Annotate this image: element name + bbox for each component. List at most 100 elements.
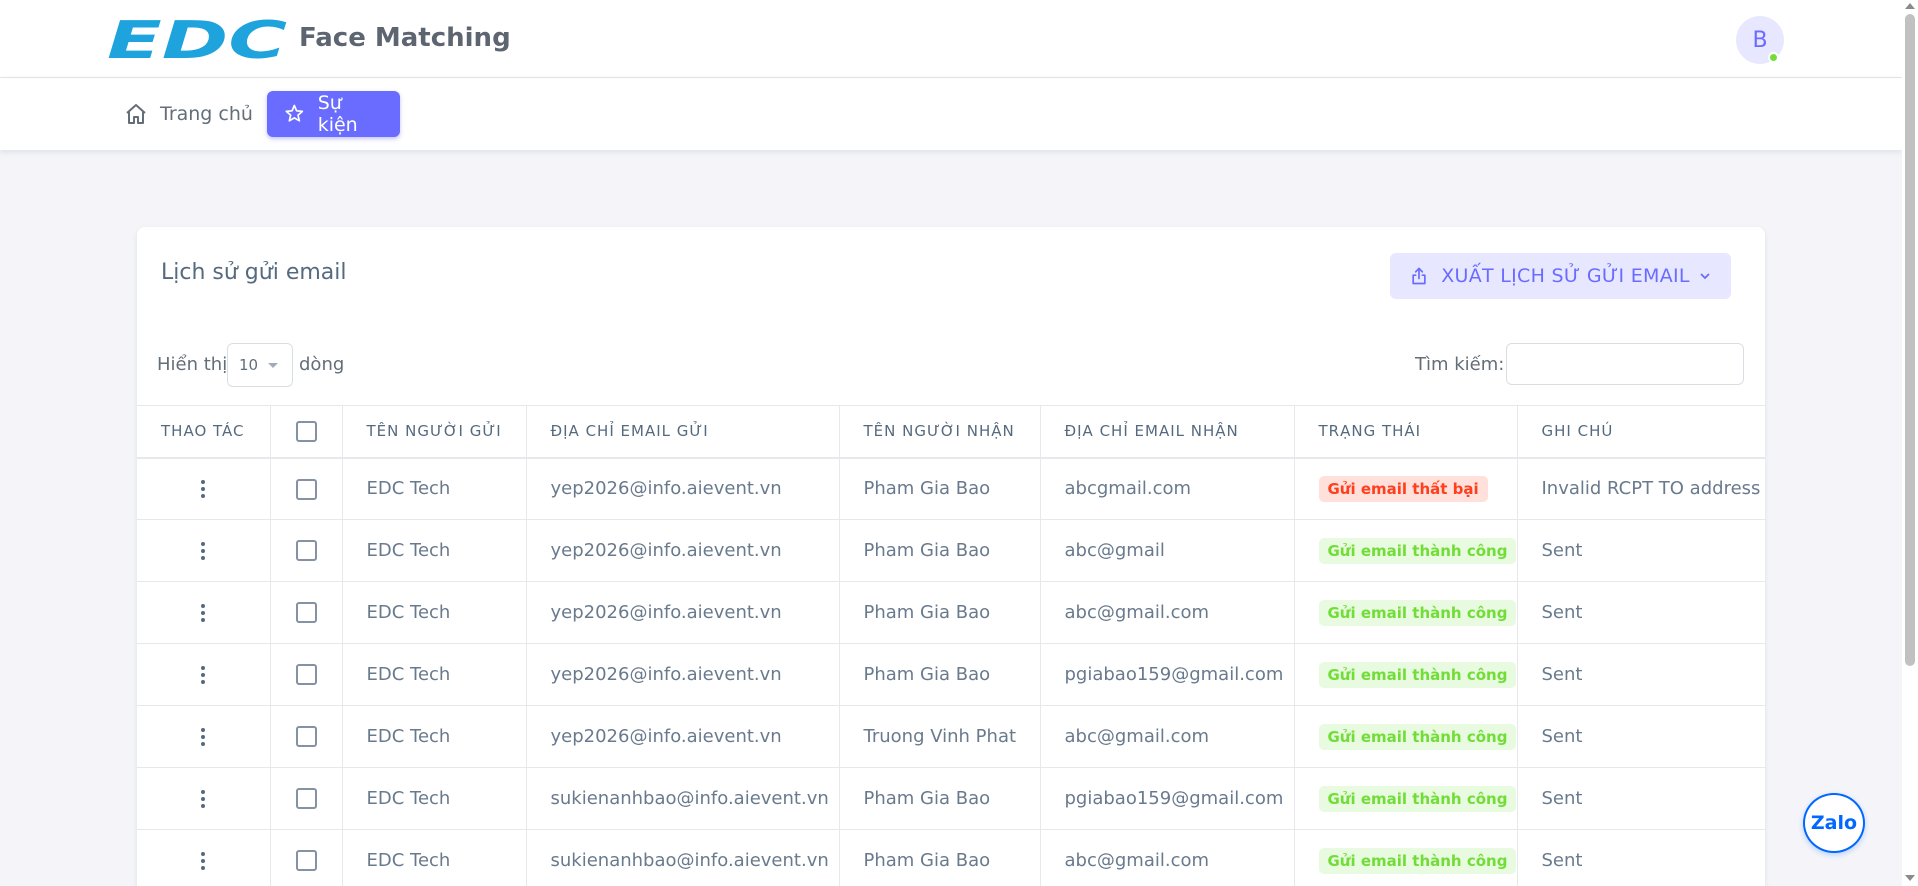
status-cell: Gửi email thành công: [1294, 643, 1518, 706]
table-row: EDC Tech yep2026@info.aievent.vn Pham Gia …: [137, 643, 1765, 706]
nav-events-label: Sự kiện: [317, 92, 358, 136]
note-cell: Invalid RCPT TO address p: [1517, 457, 1765, 520]
recipient-email-cell: abc@gmail: [1040, 519, 1295, 582]
more-vertical-icon[interactable]: [191, 601, 215, 625]
recipient-name-cell: Pham Gia Bao: [839, 643, 1041, 706]
row-select-cell: [270, 767, 343, 830]
home-icon: [126, 104, 146, 124]
more-vertical-icon[interactable]: [191, 663, 215, 687]
sender-email-cell: yep2026@info.aievent.vn: [526, 581, 840, 644]
recipient-email-cell: abc@gmail.com: [1040, 829, 1295, 886]
sender-email-cell: sukienanhbao@info.aievent.vn: [526, 829, 840, 886]
export-label: XUẤT LỊCH SỬ GỬI EMAIL: [1441, 265, 1690, 287]
status-badge: Gửi email thành công: [1318, 537, 1516, 564]
table-row: EDC Tech yep2026@info.aievent.vn Pham Gia …: [137, 457, 1765, 520]
note-cell: Sent: [1517, 829, 1765, 886]
recipient-name-cell: Truong Vinh Phat: [839, 705, 1041, 768]
recipient-name-cell: Pham Gia Bao: [839, 519, 1041, 582]
table-header-row: THAO TÁC TÊN NGƯỜI GỬI ĐỊA CHỈ EMAIL GỬI…: [137, 405, 1765, 459]
sender-name-cell: EDC Tech: [342, 457, 527, 520]
export-email-history-button[interactable]: XUẤT LỊCH SỬ GỬI EMAIL: [1390, 253, 1731, 299]
row-checkbox[interactable]: [295, 540, 317, 562]
card-title: Lịch sử gửi email: [161, 260, 347, 285]
scroll-down-arrow-icon[interactable]: [1905, 875, 1915, 881]
avatar-initial: B: [1752, 27, 1768, 53]
row-actions-cell: [137, 767, 271, 830]
column-header-recipient-email[interactable]: ĐỊA CHỈ EMAIL NHẬN: [1040, 405, 1295, 459]
more-vertical-icon[interactable]: [191, 725, 215, 749]
sender-email-cell: yep2026@info.aievent.vn: [526, 705, 840, 768]
column-header-actions: THAO TÁC: [137, 405, 271, 459]
row-actions-cell: [137, 643, 271, 706]
column-header-note[interactable]: GHI CHÚ: [1517, 405, 1765, 459]
scrollbar-thumb[interactable]: [1905, 14, 1915, 666]
recipient-email-cell: abc@gmail.com: [1040, 581, 1295, 644]
sender-email-cell: yep2026@info.aievent.vn: [526, 519, 840, 582]
recipient-name-cell: Pham Gia Bao: [839, 767, 1041, 830]
note-cell: Sent: [1517, 705, 1765, 768]
nav-home-label: Trang chủ: [160, 103, 253, 125]
sender-name-cell: EDC Tech: [342, 829, 527, 886]
page-length-select[interactable]: 10: [227, 343, 293, 387]
note-cell: Sent: [1517, 643, 1765, 706]
sender-name-cell: EDC Tech: [342, 705, 527, 768]
row-checkbox[interactable]: [295, 788, 317, 810]
recipient-email-cell: pgiabao159@gmail.com: [1040, 643, 1295, 706]
zalo-label: Zalo: [1810, 812, 1858, 834]
more-vertical-icon[interactable]: [191, 477, 215, 501]
horizontal-menu: Trang chủ Sự kiện: [0, 78, 1902, 150]
column-header-sender-name[interactable]: TÊN NGƯỜI GỬI: [342, 405, 527, 459]
more-vertical-icon[interactable]: [191, 539, 215, 563]
table-row: EDC Tech yep2026@info.aievent.vn Truong Vi…: [137, 705, 1765, 768]
star-sparkle-icon: [285, 104, 304, 122]
status-badge: Gửi email thành công: [1318, 785, 1516, 812]
row-checkbox[interactable]: [295, 664, 317, 686]
recipient-name-cell: Pham Gia Bao: [839, 829, 1041, 886]
search-input[interactable]: [1506, 343, 1744, 385]
table-row: EDC Tech yep2026@info.aievent.vn Pham Gia …: [137, 581, 1765, 644]
row-checkbox[interactable]: [295, 850, 317, 872]
edc-logo[interactable]: EDC: [107, 17, 290, 62]
length-suffix: dòng: [299, 354, 345, 375]
status-badge: Gửi email thành công: [1318, 599, 1516, 626]
status-cell: Gửi email thành công: [1294, 519, 1518, 582]
sender-name-cell: EDC Tech: [342, 519, 527, 582]
more-vertical-icon[interactable]: [191, 787, 215, 811]
select-all-checkbox[interactable]: [295, 420, 317, 442]
status-badge: Gửi email thành công: [1318, 723, 1516, 750]
sender-email-cell: yep2026@info.aievent.vn: [526, 643, 840, 706]
zalo-chat-button[interactable]: Zalo: [1803, 793, 1865, 853]
sender-email-cell: sukienanhbao@info.aievent.vn: [526, 767, 840, 830]
nav-item-events[interactable]: Sự kiện: [267, 91, 400, 137]
more-vertical-icon[interactable]: [191, 849, 215, 873]
status-cell: Gửi email thành công: [1294, 829, 1518, 886]
column-header-recipient-name[interactable]: TÊN NGƯỜI NHẬN: [839, 405, 1041, 459]
status-badge: Gửi email thành công: [1318, 847, 1516, 874]
note-cell: Sent: [1517, 767, 1765, 830]
row-checkbox[interactable]: [295, 726, 317, 748]
svg-text:EDC: EDC: [107, 17, 287, 62]
column-header-sender-email[interactable]: ĐỊA CHỈ EMAIL GỬI: [526, 405, 840, 459]
app-title: Face Matching: [299, 23, 511, 53]
sender-name-cell: EDC Tech: [342, 767, 527, 830]
nav-item-home[interactable]: Trang chủ: [110, 91, 269, 137]
row-select-cell: [270, 457, 343, 520]
email-history-card: Lịch sử gửi email XUẤT LỊCH SỬ GỬI EMAIL…: [137, 227, 1765, 886]
row-checkbox[interactable]: [295, 478, 317, 500]
recipient-email-cell: abcgmail.com: [1040, 457, 1295, 520]
row-actions-cell: [137, 705, 271, 768]
status-cell: Gửi email thành công: [1294, 705, 1518, 768]
sender-name-cell: EDC Tech: [342, 643, 527, 706]
recipient-email-cell: abc@gmail.com: [1040, 705, 1295, 768]
status-cell: Gửi email thất bại: [1294, 457, 1518, 520]
recipient-name-cell: Pham Gia Bao: [839, 457, 1041, 520]
row-select-cell: [270, 705, 343, 768]
sender-name-cell: EDC Tech: [342, 581, 527, 644]
row-checkbox[interactable]: [295, 602, 317, 624]
recipient-name-cell: Pham Gia Bao: [839, 581, 1041, 644]
row-actions-cell: [137, 519, 271, 582]
column-header-select: [270, 405, 343, 459]
scroll-up-arrow-icon[interactable]: [1905, 3, 1915, 9]
row-actions-cell: [137, 581, 271, 644]
column-header-status[interactable]: TRẠNG THÁI: [1294, 405, 1518, 459]
